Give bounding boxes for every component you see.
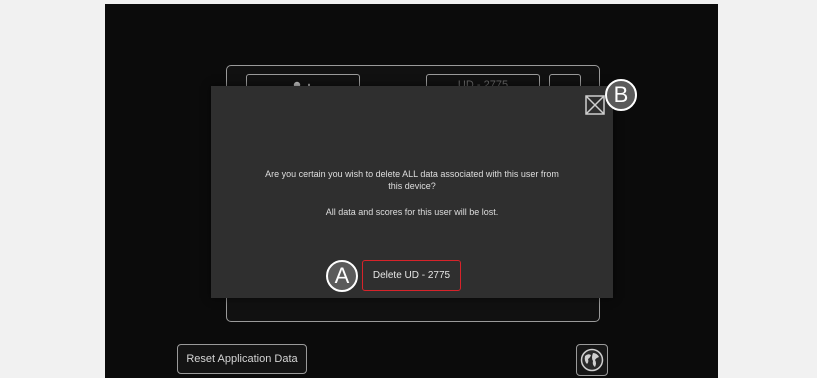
close-icon[interactable]: [585, 95, 605, 115]
language-button[interactable]: [576, 344, 608, 376]
data-loss-warning: All data and scores for this user will b…: [325, 207, 499, 217]
confirmation-message: Are you certain you wish to delete ALL d…: [265, 169, 559, 191]
reset-application-data-button[interactable]: Reset Application Data: [177, 344, 307, 374]
delete-confirmation-dialog: Are you certain you wish to delete ALL d…: [211, 86, 613, 298]
callout-marker-b: B: [605, 79, 637, 111]
callout-marker-a: A: [326, 260, 358, 292]
globe-icon: [580, 348, 604, 372]
delete-user-button[interactable]: Delete UD - 2775: [362, 260, 461, 291]
